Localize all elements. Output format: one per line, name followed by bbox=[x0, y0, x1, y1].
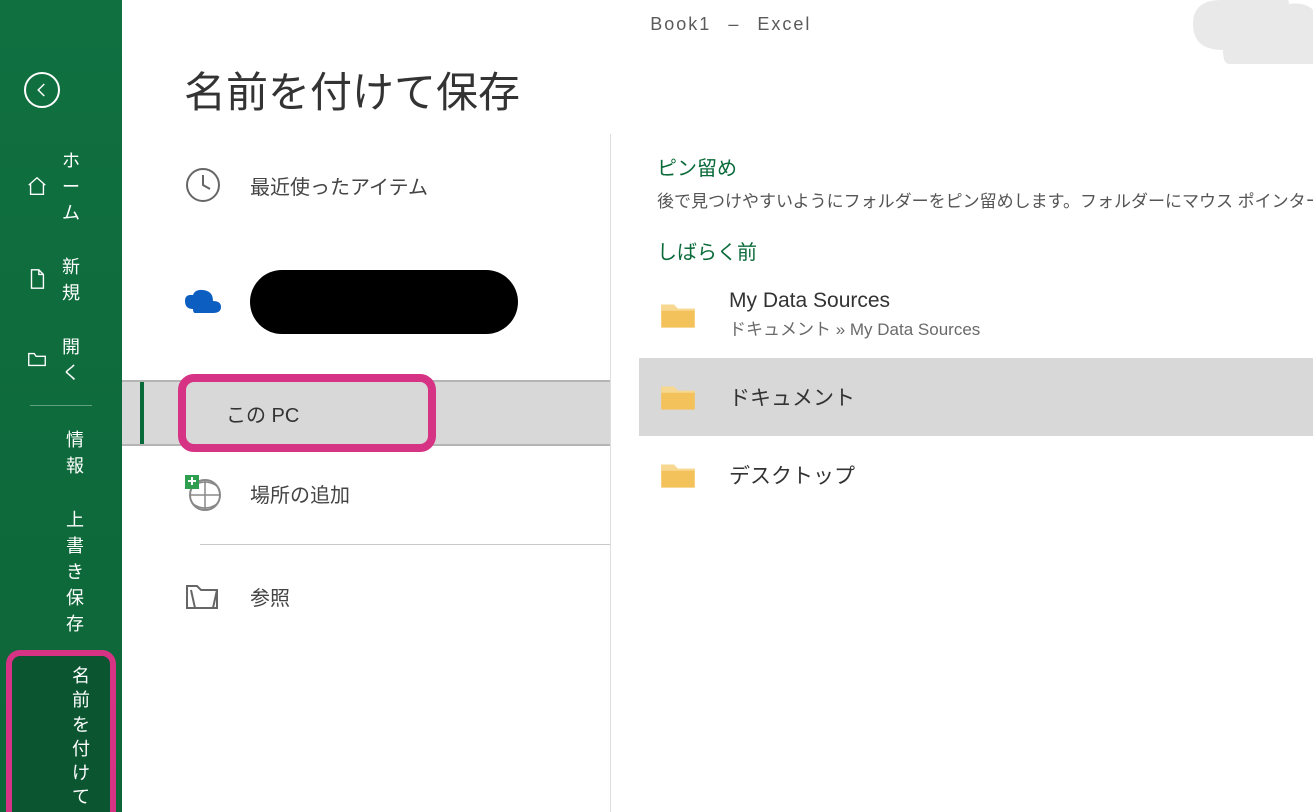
file-new-icon bbox=[26, 268, 48, 290]
location-this-pc[interactable]: この PC bbox=[140, 380, 610, 446]
folder-row-mydatasources[interactable]: My Data Sources ドキュメント » My Data Sources bbox=[639, 271, 1313, 358]
sidebar-label-home: ホーム bbox=[62, 147, 96, 225]
titlebar-dash: – bbox=[728, 14, 740, 34]
sidebar-item-new[interactable]: 新規 bbox=[0, 239, 122, 319]
sidebar-label-save: 上書き保存 bbox=[66, 506, 96, 636]
sidebar-item-open[interactable]: 開く bbox=[0, 319, 122, 399]
sidebar-item-save[interactable]: 上書き保存 bbox=[0, 492, 122, 650]
backstage-main: Book1 – Excel 名前を付けて保存 最近使ったアイテム bbox=[122, 0, 1313, 812]
folder-name: My Data Sources bbox=[729, 289, 980, 313]
backstage-sidebar: ホーム 新規 開く 情報 上書き保存 名前を付けて保存 履歴 bbox=[0, 0, 122, 812]
location-add-place[interactable]: 場所の追加 bbox=[140, 452, 610, 534]
folder-icon bbox=[657, 454, 699, 496]
sidebar-label-info: 情報 bbox=[66, 426, 96, 478]
recent-section-title: しばらく前 bbox=[657, 236, 1313, 265]
folder-row-desktop[interactable]: デスクトップ bbox=[639, 436, 1313, 514]
folder-icon bbox=[657, 376, 699, 418]
location-add-place-label: 場所の追加 bbox=[250, 479, 350, 508]
location-browse[interactable]: 参照 bbox=[140, 555, 610, 637]
folder-name: デスクトップ bbox=[729, 460, 855, 490]
browse-folder-icon bbox=[182, 575, 224, 617]
doc-name: Book1 bbox=[650, 14, 711, 34]
folder-path: ドキュメント » My Data Sources bbox=[729, 315, 980, 340]
sidebar-label-open: 開く bbox=[62, 333, 96, 385]
pinned-section-desc: 後で見つけやすいようにフォルダーをピン留めします。フォルダーにマウス ポインター… bbox=[657, 187, 1313, 212]
folder-name: ドキュメント bbox=[729, 382, 855, 412]
home-icon bbox=[26, 175, 48, 197]
folder-icon bbox=[657, 294, 699, 336]
sidebar-label-new: 新規 bbox=[62, 253, 96, 305]
location-recent[interactable]: 最近使ったアイテム bbox=[140, 144, 610, 226]
sidebar-item-save-as[interactable]: 名前を付けて保存 bbox=[6, 650, 116, 812]
folder-open-icon bbox=[26, 348, 48, 370]
sidebar-divider bbox=[30, 405, 92, 406]
back-button[interactable] bbox=[24, 72, 60, 108]
titlebar: Book1 – Excel bbox=[122, 0, 1313, 41]
clock-icon bbox=[182, 164, 224, 206]
location-divider bbox=[200, 544, 610, 545]
location-browse-label: 参照 bbox=[250, 582, 290, 611]
app-name: Excel bbox=[757, 14, 811, 34]
location-onedrive[interactable] bbox=[140, 226, 610, 378]
location-this-pc-label: この PC bbox=[226, 399, 299, 428]
page-title: 名前を付けて保存 bbox=[122, 41, 1313, 134]
onedrive-icon bbox=[182, 281, 224, 323]
location-column: 最近使ったアイテム bbox=[122, 134, 610, 812]
sidebar-label-save-as: 名前を付けて保存 bbox=[72, 664, 90, 812]
sidebar-item-info[interactable]: 情報 bbox=[0, 412, 122, 492]
pinned-section-title: ピン留め bbox=[657, 152, 1313, 181]
add-place-icon bbox=[182, 472, 224, 514]
sidebar-item-home[interactable]: ホーム bbox=[0, 133, 122, 239]
location-recent-label: 最近使ったアイテム bbox=[250, 171, 428, 200]
onedrive-account-redacted bbox=[250, 270, 518, 334]
decorative-cloud bbox=[1163, 0, 1313, 80]
folder-row-documents[interactable]: ドキュメント bbox=[639, 358, 1313, 436]
folder-column: ピン留め 後で見つけやすいようにフォルダーをピン留めします。フォルダーにマウス … bbox=[610, 134, 1313, 812]
